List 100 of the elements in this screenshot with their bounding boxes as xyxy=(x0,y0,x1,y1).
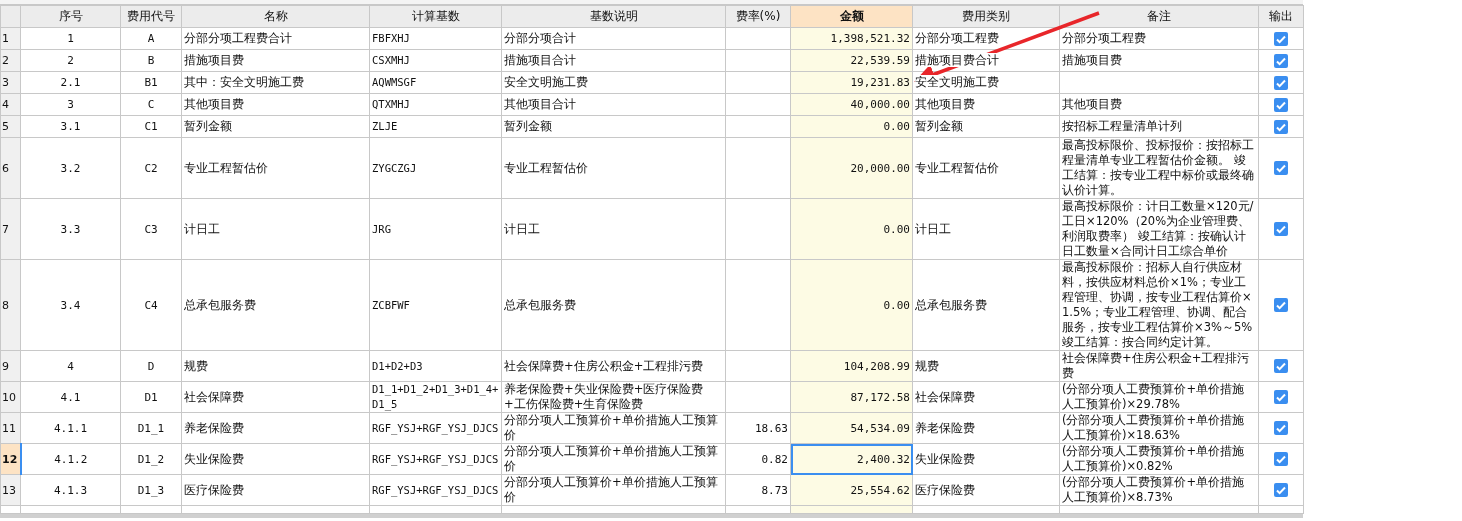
base-cell: RGF_YSJ+RGF_YSJ_DJCS xyxy=(369,474,502,506)
code-cell: D1_1 xyxy=(120,412,182,444)
category-cell: 安全文明施工费 xyxy=(912,71,1060,94)
amount-cell: 20,000.00 xyxy=(790,137,913,199)
note-cell: 最高投标限价：招标人自行供应材料，按供应材料总价×1%；专业工程管理、协调，按专业工程估算价×1.5%；专业工程管理、协调、配合服务，按专业工程估算价×3%～5% 竣工结算：按合同约定计算。 xyxy=(1059,259,1259,351)
code-cell: C1 xyxy=(120,115,182,138)
row-number[interactable]: 11 xyxy=(0,412,21,444)
base-cell: QTXMHJ xyxy=(369,93,502,116)
row-number[interactable]: 2 xyxy=(0,49,21,72)
column-header[interactable]: 序号 xyxy=(20,5,121,28)
seq-cell: 2.1 xyxy=(20,71,121,94)
row-number[interactable]: 10 xyxy=(0,381,21,413)
output-checkbox[interactable] xyxy=(1274,421,1288,435)
category-cell: 措施项目费合计 xyxy=(912,49,1060,72)
row-number[interactable]: 12 xyxy=(0,443,21,475)
category-cell: 医疗保险费 xyxy=(912,474,1060,506)
output-checkbox[interactable] xyxy=(1274,298,1288,312)
column-header[interactable]: 基数说明 xyxy=(501,5,726,28)
column-header[interactable]: 备注 xyxy=(1059,5,1259,28)
code-cell: C2 xyxy=(120,137,182,199)
base-cell: JRG xyxy=(369,198,502,260)
note-cell: 分部分项工程费 xyxy=(1059,27,1259,50)
output-checkbox[interactable] xyxy=(1274,390,1288,404)
name-cell: 养老保险费 xyxy=(181,412,370,444)
column-header[interactable]: 名称 xyxy=(181,5,370,28)
note-cell: 其他项目费 xyxy=(1059,93,1259,116)
output-checkbox[interactable] xyxy=(1274,31,1288,46)
base-cell: ZYGCZGJ xyxy=(369,137,502,199)
base-cell: FBFXHJ xyxy=(369,27,502,50)
description-cell: 养老保险费+失业保险费+医疗保险费+工伤保险费+生育保险费 xyxy=(501,381,726,413)
category-cell: 养老保险费 xyxy=(912,412,1060,444)
rate-cell: 18.63 xyxy=(725,412,791,444)
code-cell: A xyxy=(120,27,182,50)
base-cell: ZLJE xyxy=(369,115,502,138)
description-cell: 专业工程暂估价 xyxy=(501,137,726,199)
column-header[interactable]: 费用类别 xyxy=(912,5,1060,28)
column-header[interactable]: 费用代号 xyxy=(120,5,182,28)
name-cell: 计日工 xyxy=(181,198,370,260)
code-cell: C4 xyxy=(120,259,182,351)
category-cell: 失业保险费 xyxy=(912,443,1060,475)
code-cell: C3 xyxy=(120,198,182,260)
column-header[interactable]: 输出 xyxy=(1258,5,1304,28)
note-cell: (分部分项人工费预算价+单价措施人工预算价)×18.63% xyxy=(1059,412,1259,444)
description-cell: 总承包服务费 xyxy=(501,259,726,351)
code-cell: B1 xyxy=(120,71,182,94)
row-number[interactable]: 7 xyxy=(0,198,21,260)
row-number[interactable]: 3 xyxy=(0,71,21,94)
output-checkbox[interactable] xyxy=(1274,75,1288,90)
description-cell: 分部分项人工预算价+单价措施人工预算价 xyxy=(501,474,726,506)
seq-cell: 4.1 xyxy=(20,381,121,413)
row-number[interactable]: 5 xyxy=(0,115,21,138)
seq-cell: 4 xyxy=(20,350,121,382)
row-number[interactable]: 1 xyxy=(0,27,21,50)
row-number[interactable]: 6 xyxy=(0,137,21,199)
note-cell: 社会保障费+住房公积金+工程排污费 xyxy=(1059,350,1259,382)
amount-cell: 0.00 xyxy=(790,259,913,351)
name-cell: 总承包服务费 xyxy=(181,259,370,351)
note-cell: 按招标工程量清单计列 xyxy=(1059,115,1259,138)
code-cell: D1_2 xyxy=(120,443,182,475)
note-cell: (分部分项人工费预算价+单价措施人工预算价)×29.78% xyxy=(1059,381,1259,413)
seq-cell: 3 xyxy=(20,93,121,116)
output-checkbox[interactable] xyxy=(1274,359,1288,373)
note-cell: (分部分项人工费预算价+单价措施人工预算价)×0.82% xyxy=(1059,443,1259,475)
name-cell: 社会保障费 xyxy=(181,381,370,413)
column-header[interactable]: 金额 xyxy=(790,5,913,28)
output-checkbox[interactable] xyxy=(1274,119,1288,134)
row-number[interactable]: 13 xyxy=(0,474,21,506)
description-cell: 分部分项人工预算价+单价措施人工预算价 xyxy=(501,443,726,475)
seq-cell: 4.1.3 xyxy=(20,474,121,506)
name-cell: 专业工程暂估价 xyxy=(181,137,370,199)
output-checkbox[interactable] xyxy=(1274,97,1288,112)
description-cell: 安全文明施工费 xyxy=(501,71,726,94)
description-cell: 社会保障费+住房公积金+工程排污费 xyxy=(501,350,726,382)
amount-cell: 104,208.99 xyxy=(790,350,913,382)
base-cell: D1+D2+D3 xyxy=(369,350,502,382)
output-checkbox[interactable] xyxy=(1274,161,1288,175)
row-number[interactable]: 4 xyxy=(0,93,21,116)
name-cell: 措施项目费 xyxy=(181,49,370,72)
column-header[interactable]: 计算基数 xyxy=(369,5,502,28)
description-cell: 分部分项人工预算价+单价措施人工预算价 xyxy=(501,412,726,444)
row-number[interactable]: 9 xyxy=(0,350,21,382)
column-header[interactable]: 费率(%) xyxy=(725,5,791,28)
seq-cell: 4.1.2 xyxy=(20,443,121,475)
output-checkbox[interactable] xyxy=(1274,222,1288,236)
category-cell: 暂列金额 xyxy=(912,115,1060,138)
description-cell: 其他项目合计 xyxy=(501,93,726,116)
output-checkbox[interactable] xyxy=(1274,483,1288,497)
output-checkbox[interactable] xyxy=(1274,452,1288,466)
seq-cell: 3.1 xyxy=(20,115,121,138)
note-cell: (分部分项人工费预算价+单价措施人工预算价)×8.73% xyxy=(1059,474,1259,506)
row-number[interactable]: 8 xyxy=(0,259,21,351)
category-cell: 专业工程暂估价 xyxy=(912,137,1060,199)
name-cell: 分部分项工程费合计 xyxy=(181,27,370,50)
description-cell: 暂列金额 xyxy=(501,115,726,138)
name-cell: 暂列金额 xyxy=(181,115,370,138)
code-cell: D1 xyxy=(120,381,182,413)
name-cell: 规费 xyxy=(181,350,370,382)
seq-cell: 3.2 xyxy=(20,137,121,199)
note-cell: 最高投标限价：计日工数量×120元/工日×120%（20%为企业管理费、利润取费率） 竣工结算：按确认计日工数量×合同计日工综合单价 xyxy=(1059,198,1259,260)
output-checkbox[interactable] xyxy=(1274,53,1288,68)
